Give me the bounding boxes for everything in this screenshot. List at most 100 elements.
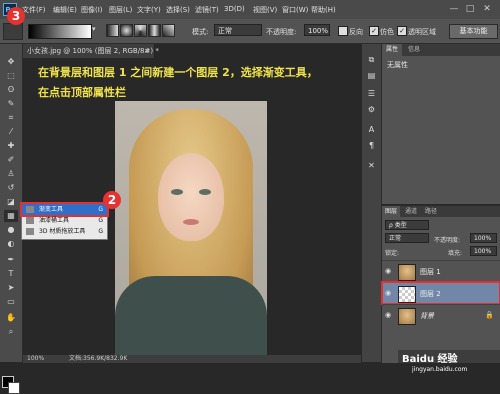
face	[158, 153, 224, 241]
close-button[interactable]: ✕	[481, 3, 493, 15]
reverse-label: 反向	[349, 28, 363, 36]
layer-row[interactable]: ◉ 背景 🔒	[382, 304, 500, 326]
lips	[183, 219, 199, 225]
document-size: 文档:356.9K/832.9K	[69, 355, 128, 362]
menu-help[interactable]: 帮助(H)	[311, 5, 336, 15]
tab-layers[interactable]: 图层	[382, 206, 401, 217]
lock-label: 锁定:	[385, 250, 400, 257]
layer-thumbnail	[398, 308, 416, 325]
tab-channels[interactable]: 通道	[402, 206, 420, 217]
history-brush-tool-icon[interactable]: ↺	[4, 182, 18, 194]
menu-bar: Ps 文件(F) 编辑(E) 图像(I) 图层(L) 文字(Y) 选择(S) 滤…	[0, 0, 500, 20]
layer-opacity-field[interactable]: 100%	[470, 233, 497, 243]
menu-file[interactable]: 文件(F)	[22, 5, 46, 15]
menu-item-label: 油漆桶工具	[39, 217, 70, 224]
menu-view[interactable]: 视图(V)	[253, 5, 277, 15]
layer-row[interactable]: ◉ 图层 1	[382, 260, 500, 282]
linear-gradient-icon[interactable]	[106, 24, 119, 37]
adjustments-panel-icon[interactable]: ⚙	[365, 104, 378, 115]
watermark-logo: Baidu 经验	[402, 354, 458, 365]
document-tab[interactable]: 小女孩.jpg @ 100% (图层 2, RGB/8#) * ×	[23, 44, 159, 58]
mode-select[interactable]: 正常	[214, 24, 262, 36]
layer-name: 背景	[420, 312, 434, 320]
crop-tool-icon[interactable]: ⌗	[4, 112, 18, 124]
move-tool-icon[interactable]: ✥	[4, 56, 18, 68]
radial-gradient-icon[interactable]	[120, 24, 133, 37]
paragraph-panel-icon[interactable]: ¶	[365, 140, 378, 151]
tool-preset-picker[interactable]	[3, 23, 23, 40]
workspace-button[interactable]: 基本功能	[449, 24, 498, 39]
dither-checkbox[interactable]: ✓	[369, 26, 379, 36]
zoom-tool-icon[interactable]: ⌕	[4, 326, 18, 338]
eye-icon[interactable]: ◉	[385, 267, 391, 275]
pen-tool-icon[interactable]: ✒	[4, 254, 18, 266]
chevron-down-icon[interactable]: ▾	[92, 25, 96, 33]
gradient-tool-icon[interactable]: ▦	[4, 210, 18, 222]
shape-tool-icon[interactable]: ▭	[4, 296, 18, 308]
annotation-line-2: 在点击顶部属性栏	[38, 86, 126, 99]
layer-name: 图层 1	[420, 268, 441, 276]
paint-bucket-icon	[26, 217, 34, 224]
lasso-tool-icon[interactable]: ʘ	[4, 84, 18, 96]
swatches-panel-icon[interactable]: ☰	[365, 88, 378, 99]
path-select-tool-icon[interactable]: ➤	[4, 282, 18, 294]
reflected-gradient-icon[interactable]	[148, 24, 161, 37]
menu-layer[interactable]: 图层(L)	[109, 5, 132, 15]
reverse-checkbox[interactable]	[338, 26, 348, 36]
quick-select-tool-icon[interactable]: ✎	[4, 98, 18, 110]
clone-stamp-tool-icon[interactable]: ♙	[4, 168, 18, 180]
minimize-button[interactable]: —	[448, 3, 460, 15]
fill-field[interactable]: 100%	[470, 246, 497, 256]
opacity-field[interactable]: 100%	[304, 24, 330, 36]
menu-select[interactable]: 选择(S)	[166, 5, 190, 15]
background-color-swatch[interactable]	[8, 382, 20, 394]
eye-icon[interactable]: ◉	[385, 289, 391, 297]
zoom-level[interactable]: 100%	[27, 355, 44, 363]
transparency-checkbox[interactable]: ✓	[397, 26, 407, 36]
close-tab-icon[interactable]: ×	[144, 44, 150, 58]
layer-row-selected[interactable]: ◉ 图层 2	[381, 281, 500, 305]
menu-edit[interactable]: 编辑(E)	[53, 5, 77, 15]
properties-panel: 属性 信息 无属性	[382, 44, 500, 204]
blur-tool-icon[interactable]: ●	[4, 224, 18, 236]
diamond-gradient-icon[interactable]	[162, 24, 175, 37]
menu-image[interactable]: 图像(I)	[81, 5, 103, 15]
watermark: Baidu 经验 jingyan.baidu.com	[398, 350, 500, 375]
gradient-picker[interactable]	[28, 24, 92, 39]
gradient-tool-icon	[26, 206, 34, 213]
marquee-tool-icon[interactable]: ⬚	[4, 70, 18, 82]
menu-item-gradient-tool[interactable]: 渐变工具 G	[20, 202, 109, 217]
eraser-tool-icon[interactable]: ◪	[4, 196, 18, 208]
menu-3d[interactable]: 3D(D)	[224, 5, 245, 13]
history-panel-icon[interactable]: ⧉	[365, 54, 378, 65]
character-panel-icon[interactable]: A	[365, 124, 378, 135]
layer-opacity-label: 不透明度:	[434, 237, 461, 244]
brush-tool-icon[interactable]: ✐	[4, 154, 18, 166]
tools-presets-icon[interactable]: ✕	[365, 160, 378, 171]
dodge-tool-icon[interactable]: ◐	[4, 238, 18, 250]
layers-tabs: 图层 通道 路径	[382, 206, 500, 217]
angle-gradient-icon[interactable]	[134, 24, 147, 37]
menu-item-paint-bucket-tool[interactable]: 油漆桶工具 G	[22, 215, 107, 226]
healing-brush-tool-icon[interactable]: ✚	[4, 140, 18, 152]
watermark-url: jingyan.baidu.com	[412, 366, 468, 373]
eye-icon[interactable]: ◉	[385, 311, 391, 319]
layer-thumbnail	[398, 264, 416, 281]
layer-thumbnail	[398, 286, 416, 303]
tab-properties[interactable]: 属性	[382, 44, 403, 56]
hand-tool-icon[interactable]: ✋	[4, 312, 18, 324]
menu-filter[interactable]: 滤镜(T)	[195, 5, 219, 15]
eyedropper-tool-icon[interactable]: ⁄	[4, 126, 18, 138]
blend-mode-select[interactable]: 正常	[385, 233, 429, 243]
type-tool-icon[interactable]: T	[4, 268, 18, 280]
properties-panel-icon[interactable]: ▤	[365, 70, 378, 81]
tab-paths[interactable]: 路径	[422, 206, 440, 217]
layer-kind-filter[interactable]: ρ 类型	[385, 220, 429, 230]
properties-tabs: 属性 信息	[382, 44, 500, 56]
menu-type[interactable]: 文字(Y)	[137, 5, 161, 15]
tab-info[interactable]: 信息	[404, 44, 424, 56]
menu-item-3d-material-drop-tool[interactable]: 3D 材质拖放工具 G	[22, 226, 107, 237]
maximize-button[interactable]: □	[464, 3, 476, 15]
menu-window[interactable]: 窗口(W)	[282, 5, 308, 15]
dither-label: 仿色	[380, 28, 394, 36]
